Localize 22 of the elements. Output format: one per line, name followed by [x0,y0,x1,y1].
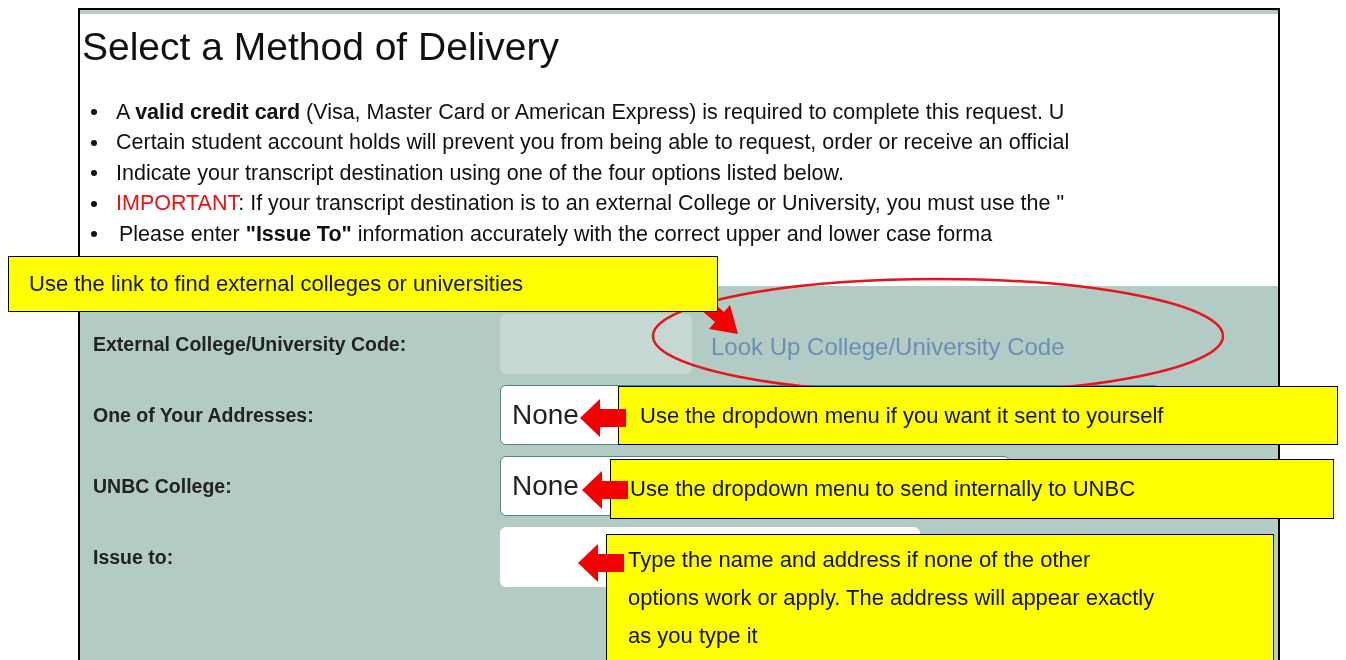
instruction-text: IMPORTANT: If your transcript destination is to an external College or University, you must use the " [116,191,1065,217]
page-title: Select a Method of Delivery [82,24,560,70]
bullet-icon [91,139,97,146]
bullet-icon [91,200,97,207]
callout-tooltip: Use the link to find external colleges or universities [8,256,718,312]
bullet-icon [91,109,97,116]
bullet-icon [91,170,97,177]
arrow-tooltip [578,544,624,582]
bullet-icon [91,231,97,238]
callout-tooltip: Type the name and address if none of the other options work or apply. The address will appear exactly as you type it [606,534,1274,660]
field-label: Issue to: [93,545,175,569]
arrow-tooltip [582,471,628,509]
field-label: External College/University Code: [93,332,408,356]
instruction-text: A valid credit card (Visa, Master Card or American Express) is required to complete this request. U [116,99,1065,125]
field-label: UNBC College: [93,474,233,498]
instruction-text: Indicate your transcript destination using one of the four options listed below. [116,160,844,186]
field-label: One of Your Addresses: [93,403,315,427]
instruction-text: Certain student account holds will prevent you from being able to request, order or receive an official [116,130,1070,156]
callout-tooltip: Use the dropdown menu if you want it sent to yourself [618,386,1338,445]
instruction-text: Please enter "Issue To" information accurately with the correct upper and lower case forma [119,221,993,247]
callout-tooltip: Use the dropdown menu to send internally to UNBC [610,459,1334,519]
arrow-tooltip [580,399,626,437]
